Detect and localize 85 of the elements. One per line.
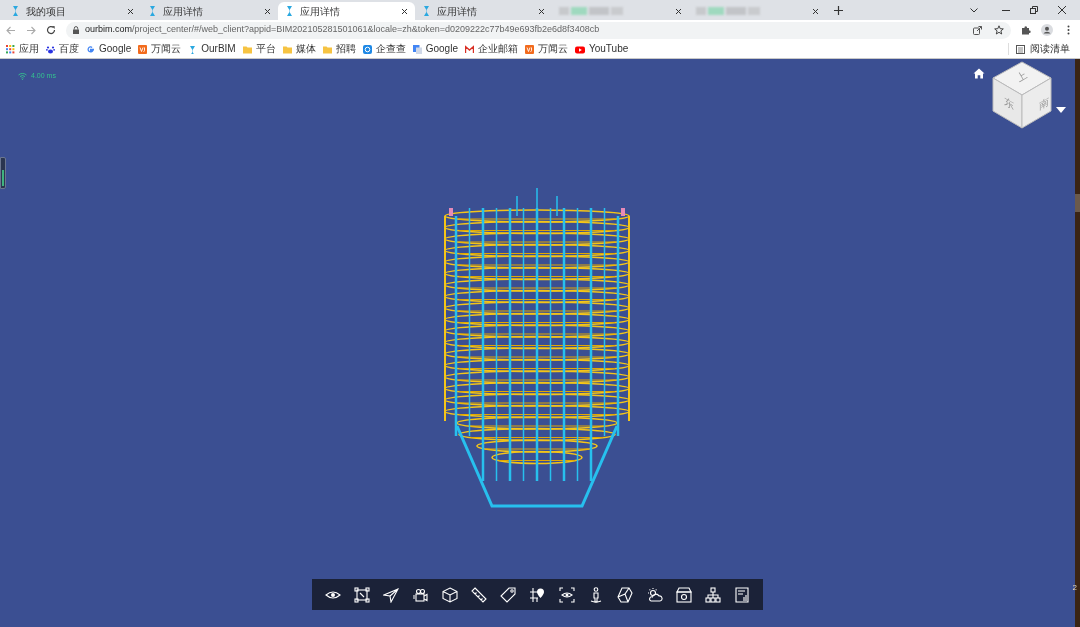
edge-number: 2 (1072, 582, 1077, 594)
tag-icon[interactable] (500, 586, 517, 603)
close-icon[interactable] (675, 7, 682, 15)
ruler-icon[interactable] (470, 586, 487, 603)
browser-tab[interactable]: 应用详情 (415, 2, 552, 20)
tab-title: 应用详情 (163, 4, 204, 19)
reading-list-button[interactable]: 阅读清单 (1016, 44, 1074, 54)
app-logo-icon (285, 5, 294, 17)
bookmark-item[interactable]: 百度 (46, 41, 79, 57)
cube-icon[interactable] (441, 586, 458, 603)
video-camera-icon[interactable] (412, 586, 429, 603)
letter-badge-icon (138, 44, 148, 54)
browser-tab[interactable]: 应用详情 (141, 2, 278, 20)
minimize-icon[interactable] (1002, 9, 1010, 11)
close-icon[interactable] (812, 7, 819, 15)
close-icon[interactable] (264, 7, 271, 15)
focus-eye-icon[interactable] (558, 586, 575, 603)
profile-icon[interactable] (1041, 24, 1053, 36)
close-icon[interactable] (538, 7, 545, 15)
bookmark-item[interactable]: Google (86, 41, 132, 57)
bookmark-item[interactable]: 平台 (242, 41, 276, 57)
cube-face-label: 上 (1015, 70, 1029, 84)
app-logo-icon (188, 44, 198, 54)
bookmark-item[interactable]: 媒体 (282, 41, 316, 57)
close-icon[interactable] (401, 7, 408, 15)
scrollbar[interactable] (1075, 59, 1080, 627)
app-logo-icon (11, 5, 20, 17)
letter-badge-icon (524, 44, 534, 54)
selection-box-icon[interactable] (353, 586, 370, 603)
app-logo-icon (148, 5, 157, 17)
blurred-title (559, 7, 623, 15)
home-icon[interactable] (973, 68, 985, 79)
url-text: ourbim.com/project_center/#/web_client?appid=BIM202105281501061&locale=zh&token=d0209222c77b49e693fb2e6d8f3408cb (85, 23, 600, 37)
paw-icon (46, 44, 55, 54)
new-tab-icon[interactable] (834, 6, 843, 15)
extensions-icon[interactable] (1021, 25, 1031, 35)
envelope-m-icon (464, 44, 474, 54)
hierarchy-icon[interactable] (705, 586, 722, 603)
apps-grid-icon (6, 44, 15, 54)
hexagon-box-icon[interactable] (617, 586, 634, 603)
list-icon (1016, 44, 1025, 54)
tab-title: 应用详情 (300, 4, 341, 19)
cube-face-label: 东 (1004, 96, 1014, 112)
folder-icon (282, 44, 292, 54)
box-icon[interactable] (675, 586, 692, 603)
lock-icon (73, 26, 79, 34)
tab-title: 我的项目 (26, 4, 67, 19)
view-cube[interactable] (991, 61, 1053, 129)
app-logo-icon (422, 5, 431, 17)
bookmark-item[interactable]: 企查查 (362, 41, 406, 57)
dropdown-arrow-icon[interactable] (1056, 107, 1066, 113)
wifi-icon (18, 72, 27, 81)
more-menu-icon[interactable] (1067, 25, 1070, 35)
bookmark-item[interactable]: 万闻云 (524, 41, 568, 57)
bookmark-item[interactable]: Google (412, 41, 458, 57)
tab-title: 应用详情 (437, 4, 478, 19)
browser-tab[interactable]: 应用详情 (278, 2, 415, 20)
cube-face-label: 南 (1039, 96, 1049, 112)
folder-icon (242, 44, 252, 54)
bookmark-item[interactable]: 招聘 (322, 41, 356, 57)
blurred-title (696, 7, 760, 15)
bookmark-item[interactable]: OurBIM (188, 41, 236, 57)
bookmark-item[interactable]: 应用 (6, 41, 39, 57)
close-icon[interactable] (127, 7, 134, 15)
weather-icon[interactable] (646, 586, 663, 603)
browser-tab[interactable]: 我的项目 (4, 2, 141, 20)
youtube-play-icon (574, 44, 585, 54)
grid-pin-icon[interactable] (529, 586, 546, 603)
g-logo-icon (86, 44, 95, 54)
bookmark-item[interactable]: YouTube (574, 41, 629, 57)
document-settings-icon[interactable] (734, 586, 751, 603)
reload-icon[interactable] (46, 25, 56, 35)
share-icon[interactable] (973, 25, 982, 35)
bookmark-item[interactable]: 万闻云 (138, 41, 182, 57)
ring-logo-icon (362, 44, 372, 54)
person-icon[interactable] (588, 586, 604, 603)
chevron-down-icon[interactable] (970, 7, 978, 13)
bookmark-item[interactable]: 企业邮箱 (464, 41, 518, 57)
star-icon[interactable] (994, 25, 1004, 35)
side-panel-handle[interactable] (0, 157, 6, 189)
folder-icon (322, 44, 332, 54)
close-window-icon[interactable] (1058, 6, 1066, 14)
restore-icon[interactable] (1030, 6, 1038, 14)
address-field[interactable]: ourbim.com/project_center/#/web_client?appid=BIM202105281501061&locale=zh&token=d0209222c77b49e693fb2e6d8f3408cb (66, 21, 1011, 39)
paper-plane-icon[interactable] (383, 586, 400, 603)
